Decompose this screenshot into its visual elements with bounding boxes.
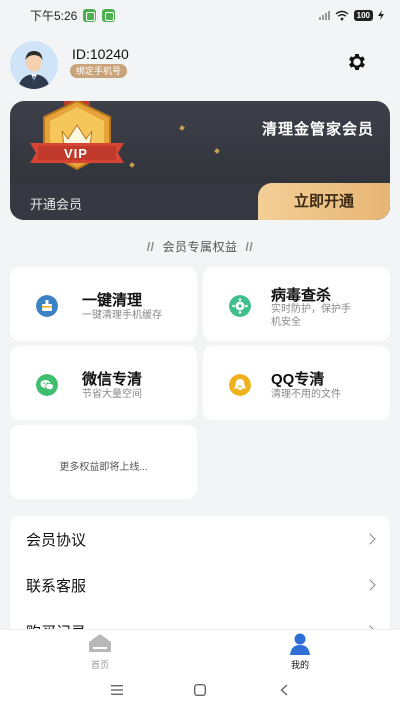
benefit-card-wechat-clean[interactable]: 微信专清 节省大量空间	[10, 346, 197, 420]
virus-icon	[229, 295, 251, 317]
benefit-desc: 一键清理手机缓存	[82, 310, 162, 321]
vip-badge-text: VIP	[64, 146, 88, 161]
benefit-desc: 节省大量空间	[82, 389, 142, 400]
more-benefits-card: 更多权益即将上线...	[10, 425, 197, 499]
benefit-title: 一键清理	[82, 292, 143, 309]
tab-label: 我的	[290, 660, 309, 670]
vip-card: VIP 清理金管家会员 开通会员 立即开通	[10, 101, 390, 220]
wechat-icon	[36, 374, 58, 396]
member-agreement-row[interactable]: 会员协议	[10, 516, 390, 562]
tab-mine[interactable]: 我的	[200, 630, 400, 672]
benefit-title: 病毒查杀	[271, 287, 332, 304]
chevron-right-icon	[364, 533, 376, 545]
list-item-label: 联系客服	[26, 577, 87, 595]
tab-label: 首页	[90, 660, 109, 670]
benefit-card-qq-clean[interactable]: QQ专清 清理不用的文件	[203, 346, 390, 420]
user-icon	[290, 633, 310, 655]
home-icon	[89, 634, 111, 652]
benefit-title: QQ专清	[271, 371, 325, 388]
benefit-title: 微信专清	[82, 371, 143, 388]
battery-icon: 100	[353, 9, 373, 21]
benefit-card-one-key-clean[interactable]: 一键清理 一键清理手机缓存	[10, 267, 197, 341]
confetti-decoration	[214, 148, 220, 154]
menu-icon[interactable]	[111, 685, 123, 695]
system-nav-bar	[0, 671, 400, 711]
avatar[interactable]	[10, 41, 58, 89]
status-bar: 下午5:26 100	[0, 0, 400, 30]
more-benefits-text: 更多权益即将上线...	[59, 462, 148, 473]
benefit-desc: 清理不用的文件	[271, 389, 341, 400]
qq-icon	[229, 374, 251, 396]
wifi-icon	[335, 10, 349, 20]
signal-icon	[318, 10, 330, 20]
charging-icon	[378, 10, 384, 20]
status-time: 下午5:26	[30, 8, 78, 23]
tab-home[interactable]: 首页	[0, 630, 200, 672]
bottom-tab-bar: 首页 我的	[0, 629, 400, 671]
vip-card-banner: VIP 清理金管家会员	[10, 101, 390, 183]
user-avatar-icon	[10, 41, 58, 89]
vip-open-bar: 开通会员 立即开通	[10, 183, 390, 220]
settings-list: 会员协议 联系客服 购买记录	[10, 516, 390, 636]
benefits-header-text: 会员专属权益	[162, 240, 238, 254]
vip-open-label: 开通会员	[30, 197, 83, 212]
contact-service-row[interactable]: 联系客服	[10, 562, 390, 608]
user-id: ID:10240	[72, 46, 129, 62]
benefit-card-virus-scan[interactable]: 病毒查杀 实时防护，保护手机安全	[203, 267, 390, 341]
notification-app-icon	[83, 8, 97, 22]
open-vip-button[interactable]: 立即开通	[258, 183, 390, 220]
back-icon[interactable]	[280, 684, 288, 696]
home-button-icon[interactable]	[194, 684, 206, 696]
gear-icon[interactable]	[346, 51, 368, 73]
confetti-decoration	[179, 125, 185, 131]
list-item-label: 会员协议	[26, 531, 87, 549]
broom-icon	[36, 295, 58, 317]
chevron-right-icon	[364, 579, 376, 591]
benefit-desc: 实时防护，保护手机安全	[271, 304, 351, 328]
notification-app-icon	[102, 8, 116, 22]
vip-crown-badge-icon	[30, 101, 124, 171]
vip-title: 清理金管家会员	[261, 121, 374, 138]
benefits-section-header: //会员专属权益//	[146, 240, 254, 254]
bind-phone-button[interactable]: 绑定手机号	[70, 64, 128, 78]
